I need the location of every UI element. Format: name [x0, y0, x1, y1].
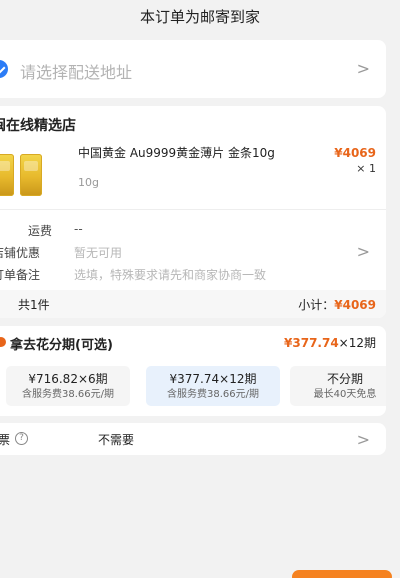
product-title[interactable]: 中国黄金 Au9999黄金薄片 金条10g	[78, 146, 278, 161]
submit-order-button[interactable]	[292, 570, 392, 578]
gold-bar-icon	[20, 154, 42, 196]
divider	[0, 209, 386, 210]
order-remark-input[interactable]: 选填，特殊要求请先和商家协商一致	[74, 266, 266, 283]
subtotal-label: 小计：	[298, 298, 335, 312]
location-check-icon	[0, 60, 8, 78]
product-price: ¥4069	[334, 146, 376, 160]
delivery-notice: 本订单为邮寄到家	[139, 8, 260, 26]
store-name[interactable]: 闽在线精选店	[0, 115, 76, 135]
invoice-value: 不需要	[98, 433, 135, 447]
plan-amount: ¥716.82×6期	[28, 372, 108, 386]
installment-logo-icon	[0, 337, 6, 347]
help-icon[interactable]: ?	[15, 432, 28, 445]
item-count: 共1件	[18, 298, 50, 312]
plan-fee: 含服务费38.66元/期	[22, 389, 114, 400]
plan-fee: 含服务费38.66元/期	[167, 389, 259, 400]
installment-summary: ¥377.74×12期	[284, 334, 376, 351]
address-placeholder: 请选择配送地址	[20, 63, 133, 82]
store-card: 闽在线精选店 中国黄金 Au9999黄金薄片 金条10g 10g ¥4069 ×…	[0, 106, 386, 318]
installment-summary-term: ×12期	[338, 336, 376, 350]
invoice-label: 票	[0, 433, 11, 447]
installment-plan-6[interactable]: ¥716.82×6期 含服务费38.66元/期	[6, 366, 130, 406]
installment-title: 拿去花分期(可选)	[10, 338, 113, 353]
store-discount-label: 店铺优惠	[0, 246, 41, 260]
shipping-value: --	[74, 222, 83, 236]
subtotal-value: ¥4069	[334, 298, 376, 312]
plan-amount: ¥377.74×12期	[169, 372, 257, 386]
product-quantity: × 1	[356, 162, 376, 175]
plan-amount: 不分期	[326, 372, 363, 386]
chevron-right-icon: >	[356, 430, 370, 449]
installment-summary-amount: ¥377.74	[284, 336, 339, 350]
order-remark-label: 订单备注	[0, 268, 41, 282]
address-selector[interactable]: 请选择配送地址 >	[0, 40, 386, 98]
gold-bar-icon	[0, 154, 14, 196]
installment-card: 拿去花分期(可选) ¥377.74×12期 ¥716.82×6期 含服务费38.…	[0, 326, 386, 416]
product-spec: 10g	[78, 176, 99, 189]
product-image[interactable]	[0, 150, 50, 200]
subtotal: 小计：¥4069	[298, 296, 376, 313]
installment-plan-12[interactable]: ¥377.74×12期 含服务费38.66元/期	[146, 366, 280, 406]
chevron-right-icon: >	[356, 242, 370, 261]
invoice-row[interactable]: 票 ? 不需要 >	[0, 423, 386, 455]
installment-plan-none[interactable]: 不分期 最长40天免息	[290, 366, 386, 406]
store-discount-value: 暂无可用	[74, 246, 123, 260]
plan-fee: 最长40天免息	[313, 389, 377, 400]
total-bar: 共1件 小计：¥4069	[0, 290, 386, 318]
chevron-right-icon: >	[356, 59, 370, 78]
shipping-label: 运费	[28, 224, 53, 238]
